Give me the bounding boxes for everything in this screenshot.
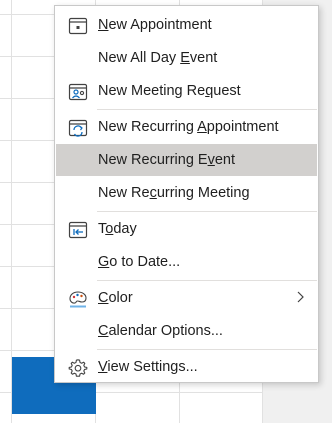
menu-item-color[interactable]: Color xyxy=(56,282,317,314)
menu-item-new-recurring-event[interactable]: New Recurring Event xyxy=(56,144,317,176)
menu-item-new-meeting-request[interactable]: New Meeting Request xyxy=(56,75,317,107)
menu-item-go-to-date[interactable]: Go to Date... xyxy=(56,246,317,278)
menu-item-label: View Settings... xyxy=(98,359,198,375)
menu-item-label: New Recurring Event xyxy=(98,152,236,168)
menu-item-label: Calendar Options... xyxy=(98,323,223,339)
menu-item-label: New Appointment xyxy=(98,17,212,33)
gear-icon xyxy=(67,357,89,379)
menu-item-label: Color xyxy=(98,290,133,306)
meeting-request-icon xyxy=(67,81,89,103)
menu-item-label: New All Day Event xyxy=(98,50,218,66)
context-menu: New Appointment New All Day Event New Me… xyxy=(54,5,319,383)
menu-separator xyxy=(97,280,317,281)
menu-item-new-appointment[interactable]: New Appointment xyxy=(56,9,317,41)
recurring-appointment-icon xyxy=(67,117,89,139)
menu-item-label: Go to Date... xyxy=(98,254,181,270)
menu-item-label: New Recurring Meeting xyxy=(98,185,250,201)
menu-item-calendar-options[interactable]: Calendar Options... xyxy=(56,315,317,347)
menu-item-label: Today xyxy=(98,221,137,237)
menu-item-new-all-day-event[interactable]: New All Day Event xyxy=(56,42,317,74)
palette-icon xyxy=(67,288,89,310)
menu-separator xyxy=(97,211,317,212)
menu-separator xyxy=(97,349,317,350)
menu-separator xyxy=(97,109,317,110)
chevron-right-icon xyxy=(293,290,307,304)
menu-item-label: New Recurring Appointment xyxy=(98,119,279,135)
menu-item-new-recurring-meeting[interactable]: New Recurring Meeting xyxy=(56,177,317,209)
calendar-appointment-icon xyxy=(67,15,89,37)
menu-item-new-recurring-appointment[interactable]: New Recurring Appointment xyxy=(56,111,317,143)
menu-item-today[interactable]: Today xyxy=(56,213,317,245)
menu-item-label: New Meeting Request xyxy=(98,83,241,99)
today-icon xyxy=(67,219,89,241)
menu-item-view-settings[interactable]: View Settings... xyxy=(56,351,317,383)
